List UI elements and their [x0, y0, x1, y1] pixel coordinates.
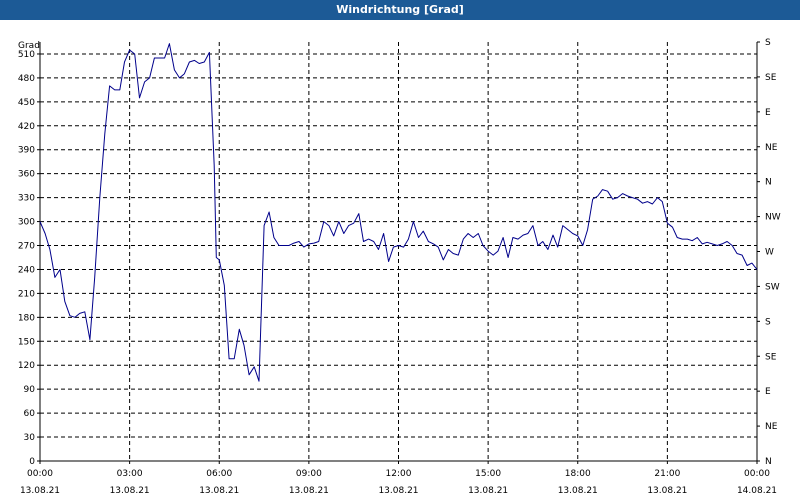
x-tick-date-label: 13.08.21 — [20, 486, 60, 496]
x-tick-date-label: 13.08.21 — [110, 486, 150, 496]
y-tick-label: 450 — [18, 98, 35, 108]
compass-label: S — [765, 317, 771, 327]
compass-label: E — [765, 387, 771, 397]
x-tick-time-label: 15:00 — [475, 469, 501, 479]
chart-title: Windrichtung [Grad] — [0, 0, 800, 20]
x-tick-date-label: 13.08.21 — [647, 486, 687, 496]
x-tick-time-label: 00:00 — [744, 469, 770, 479]
y-tick-label: 90 — [24, 385, 36, 395]
x-tick-date-label: 14.08.21 — [737, 486, 777, 496]
x-tick-time-label: 18:00 — [565, 469, 591, 479]
y-tick-label: 0 — [29, 457, 35, 467]
y-tick-label: 30 — [24, 433, 36, 443]
compass-label: S — [765, 38, 771, 48]
y-tick-label: 210 — [18, 289, 35, 299]
compass-label: E — [765, 108, 771, 118]
compass-label: N — [765, 457, 772, 467]
y-tick-label: 270 — [18, 242, 35, 252]
compass-label: NW — [765, 213, 781, 223]
y-tick-label: 180 — [18, 313, 35, 323]
x-tick-date-label: 13.08.21 — [378, 486, 418, 496]
y-tick-label: 420 — [18, 122, 35, 132]
x-tick-date-label: 13.08.21 — [289, 486, 329, 496]
compass-label: SE — [765, 73, 777, 83]
x-tick-date-label: 13.08.21 — [468, 486, 508, 496]
y-tick-label: 360 — [18, 170, 35, 180]
compass-label: NE — [765, 143, 778, 153]
y-tick-label: 330 — [18, 194, 35, 204]
y-tick-label: 120 — [18, 361, 35, 371]
x-tick-date-label: 13.08.21 — [199, 486, 239, 496]
y-tick-label: 150 — [18, 337, 35, 347]
y-axis-label: Grad — [18, 41, 40, 51]
compass-label: N — [765, 178, 772, 188]
x-tick-time-label: 09:00 — [296, 469, 322, 479]
x-tick-time-label: 00:00 — [27, 469, 53, 479]
x-tick-time-label: 06:00 — [206, 469, 232, 479]
compass-label: SE — [765, 352, 777, 362]
x-tick-time-label: 03:00 — [117, 469, 143, 479]
x-tick-time-label: 12:00 — [386, 469, 412, 479]
y-tick-label: 300 — [18, 218, 35, 228]
x-tick-time-label: 21:00 — [654, 469, 680, 479]
compass-label: SW — [765, 282, 780, 292]
compass-label: NE — [765, 422, 778, 432]
y-tick-label: 480 — [18, 74, 35, 84]
wind-direction-chart: 0 30 60 90 120 150 180 210 240 270 300 330 360 390 420… — [18, 38, 781, 496]
x-tick-date-label: 13.08.21 — [558, 486, 598, 496]
y-tick-label: 60 — [24, 409, 36, 419]
chart-window: Windrichtung [Grad] 0 30 60 90 120 150 180 210 2… — [0, 0, 800, 500]
y-tick-label: 510 — [18, 50, 35, 60]
compass-label: W — [765, 248, 774, 258]
y-tick-label: 240 — [18, 265, 35, 275]
y-tick-label: 390 — [18, 146, 35, 156]
